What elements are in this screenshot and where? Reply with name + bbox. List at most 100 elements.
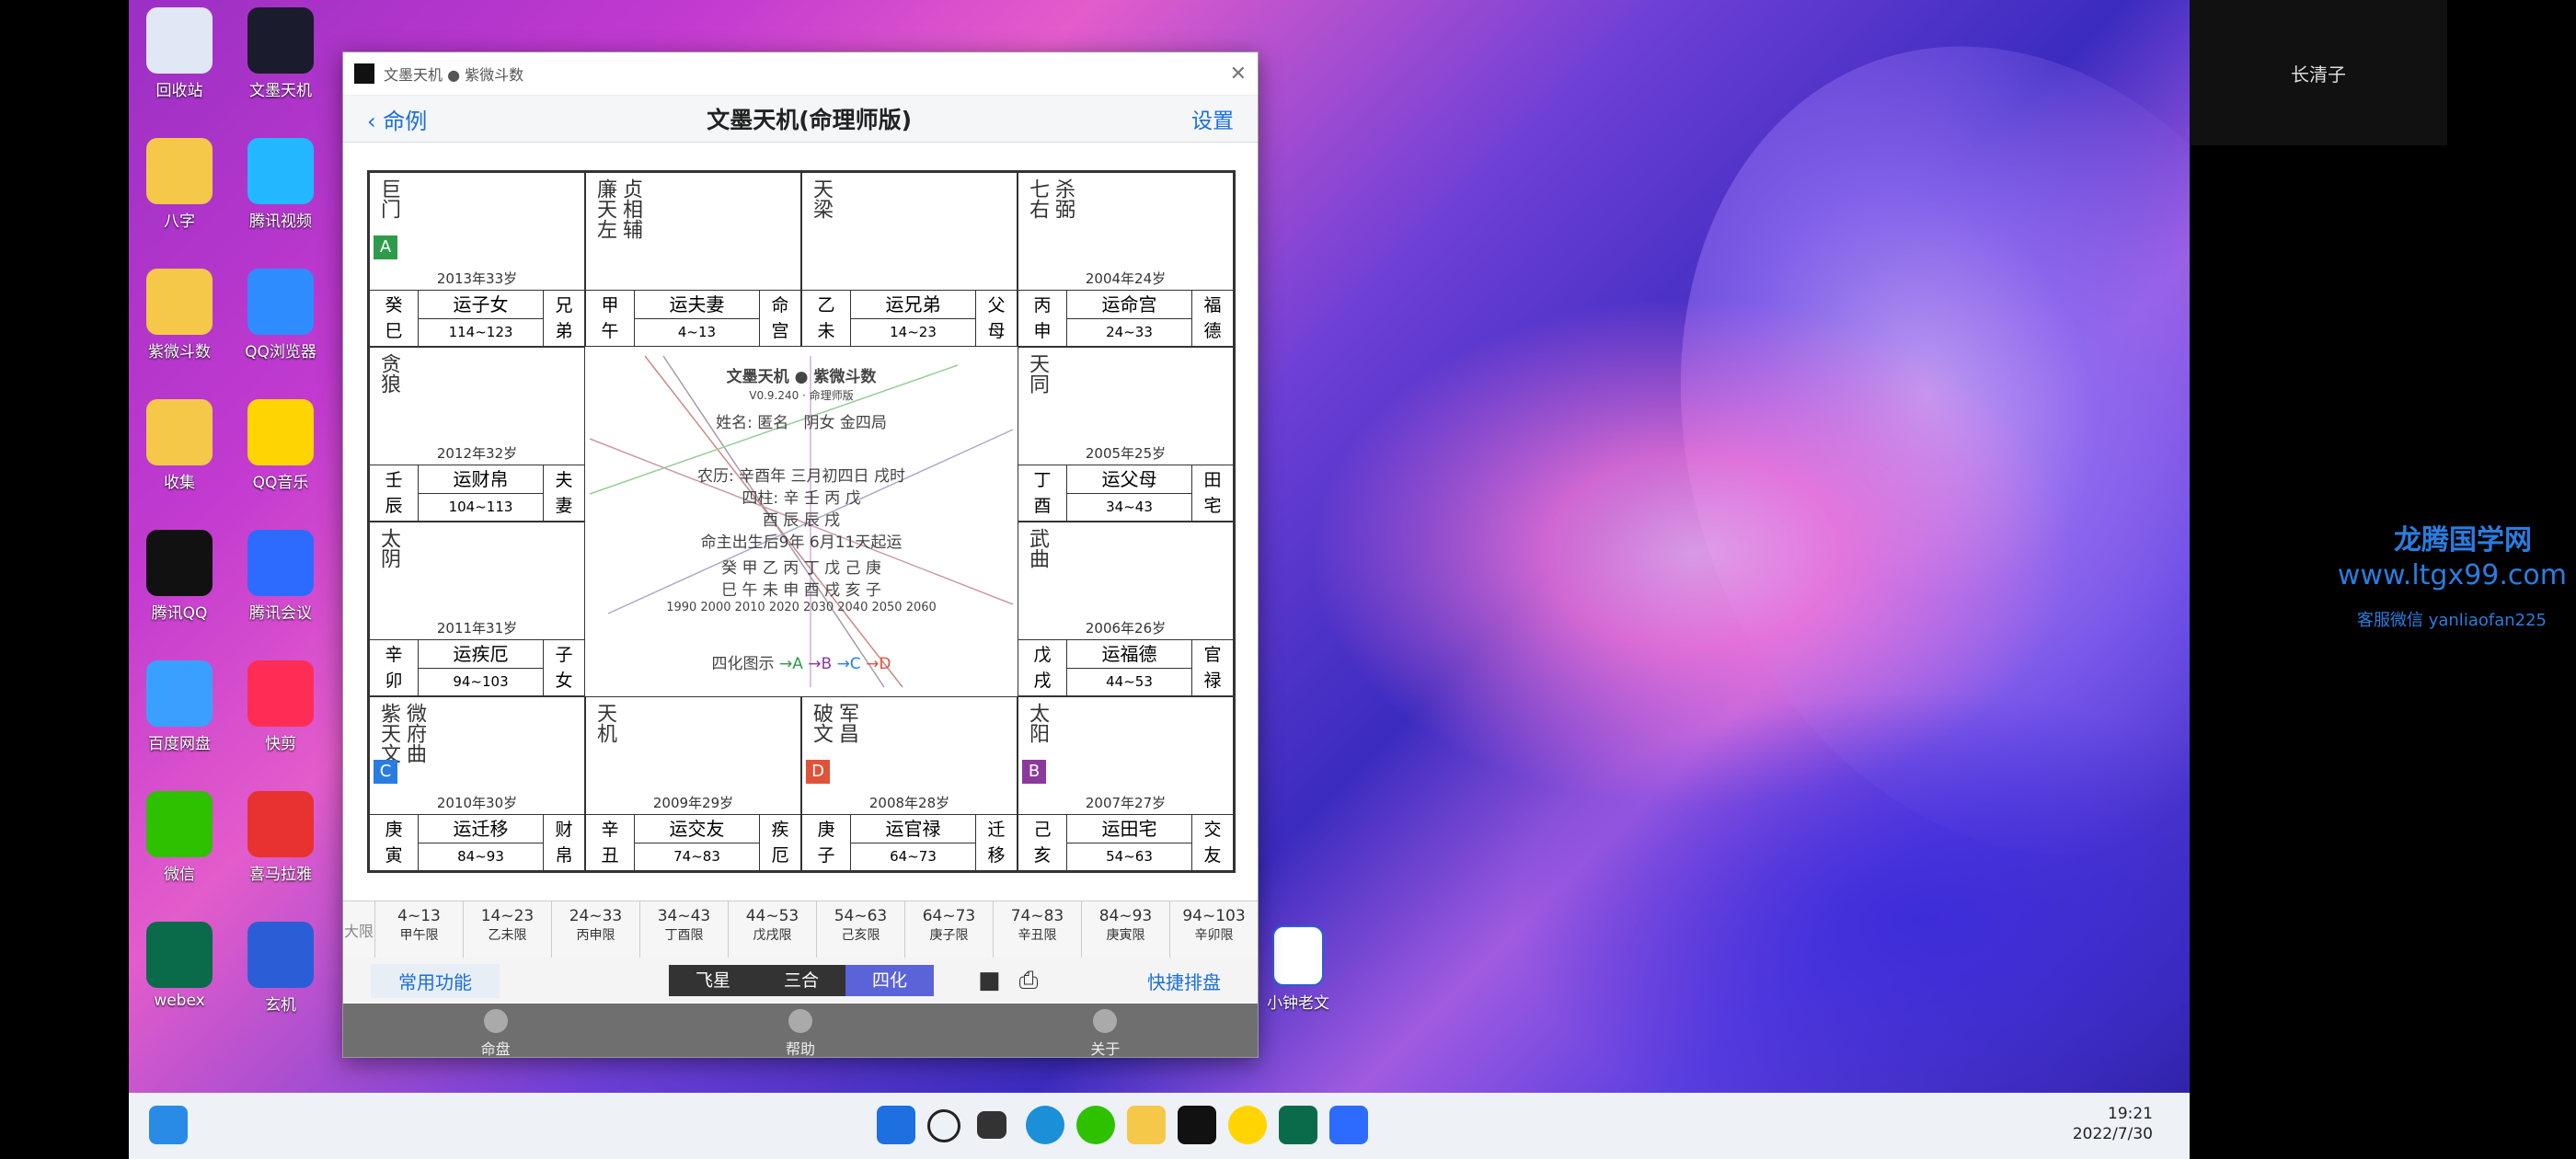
daxian-item[interactable]: 94~103 辛卯限 [1169,901,1258,958]
palace-name: 兄弟 [543,291,584,346]
seg-sanhe[interactable]: 三合 [757,965,845,996]
daxian-item[interactable]: 64~73 庚子限 [904,901,993,958]
daxian-item[interactable]: 34~43 丁酉限 [639,901,728,958]
meeting-icon[interactable] [1329,1106,1368,1144]
music-icon[interactable] [1228,1106,1267,1144]
palace-cell[interactable]: 太阳 B 2007年27岁己亥运田宅 54~63 交友 [1018,696,1234,871]
daxian-name: 己亥限 [841,928,880,943]
desktop-file-icon[interactable]: 小钟老文 [1248,925,1349,1013]
app-icon [247,7,314,74]
tab-help[interactable]: 帮助 [648,1004,952,1058]
palace-zhi: 酉 [1033,496,1052,516]
daxian-item[interactable]: 54~63 己亥限 [816,901,904,958]
palace-cell[interactable]: 七右 杀弼 2004年24岁丙申运命宫 24~33 福德 [1018,172,1234,347]
desktop-icon-label: QQ浏览器 [245,343,316,361]
tab-about[interactable]: 关于 [953,1004,1258,1058]
palace-stars: 天梁 [810,178,833,219]
palace-name: 田宅 [1191,465,1233,521]
wechat-icon[interactable] [1076,1106,1115,1144]
palace-zhi: 申 [1033,321,1052,341]
palace-cell[interactable]: 贪狼 2012年32岁壬辰运财帛 104~113 夫妻 [369,347,585,522]
palace-ganzhi: 庚子 [802,815,851,870]
ziwei-chart: 文墨天机 ● 紫微斗数 V0.9.240 · 命理师版 姓名: 匿名 阴女 金四… [367,170,1236,873]
app-icon[interactable] [1178,1106,1216,1144]
file-explorer-icon[interactable] [1127,1106,1166,1144]
desktop-icon[interactable]: QQ浏览器 [230,269,331,361]
daxian-item[interactable]: 24~33 丙申限 [551,901,639,958]
desktop-icon[interactable]: 八字 [129,138,230,231]
desktop-icon[interactable]: QQ音乐 [230,399,331,492]
palace-cell[interactable]: 廉天左 贞相辅甲午运夫妻 4~13 命宫 [585,172,801,347]
palace-yun: 运官禄 64~73 [851,815,975,870]
palace-yun: 运迁移 84~93 [419,815,543,870]
palace-cell[interactable]: 紫天文 微府曲 C 2010年30岁庚寅运迁移 84~93 财帛 [369,696,585,871]
palace-name: 父母 [975,291,1017,346]
center-lunar: 农历: 辛酉年 三月初四日 戌时 [697,467,905,486]
palace-cell[interactable]: 天梁乙未运兄弟 14~23 父母 [801,172,1018,347]
save-icon[interactable]: ■ [978,967,1001,994]
desktop-icon[interactable]: 微信 [129,791,230,884]
print-icon[interactable]: ⎙ [1019,967,1039,995]
daxian-item[interactable]: 14~23 乙未限 [463,901,551,958]
palace-zhi: 未 [817,321,835,341]
desktop-icon[interactable]: 腾讯视频 [230,138,331,231]
daxian-item[interactable]: 44~53 戊戌限 [728,901,816,958]
palace-year: 2004年24岁 [1085,270,1167,287]
daxian-item[interactable]: 84~93 庚寅限 [1081,901,1169,958]
palace-yun: 运子女 114~123 [419,291,543,346]
daxian-item[interactable]: 74~83 辛丑限 [993,901,1081,958]
qq-icon [146,530,213,596]
desktop-icon[interactable]: 腾讯QQ [129,530,230,623]
palace-cell[interactable]: 破文 军昌 D 2008年28岁庚子运官禄 64~73 迁移 [801,696,1018,871]
browser-icon [247,269,314,335]
desktop-icon[interactable]: 收集 [129,399,230,492]
daxian-range: 74~83 [1010,907,1064,925]
palace-year: 2011年31岁 [436,620,518,637]
palace-cell[interactable]: 太阴 2011年31岁辛卯运疾厄 94~103 子女 [369,522,585,696]
daxian-name: 庚寅限 [1106,928,1145,943]
palace-yun: 运夫妻 4~13 [635,291,759,346]
clock-date: 2022/7/30 [2072,1125,2153,1143]
desktop-icon-label: 腾讯QQ [151,604,208,623]
quick-chart-button[interactable]: 快捷排盘 [1147,968,1221,994]
desktop-icon[interactable]: 文墨天机 [230,7,331,100]
back-label: 命例 [383,108,428,134]
tab-mingpan[interactable]: 命盘 [343,1004,648,1058]
system-tray[interactable]: 19:21 2022/7/30 [2073,1104,2153,1144]
palace-gan: 辛 [385,645,403,665]
desktop-icon[interactable]: 玄机 [230,922,331,1015]
palace-cell[interactable]: 武曲 2006年26岁戊戌运福德 44~53 官禄 [1018,522,1234,696]
search-icon[interactable] [927,1109,960,1142]
desktop-icon[interactable]: 喜马拉雅 [230,791,331,884]
palace-cell[interactable]: 天机 2009年29岁辛丑运交友 74~83 疾厄 [585,696,801,871]
widgets-icon[interactable] [149,1106,188,1144]
sihua-badge: A [374,235,397,259]
desktop-icon[interactable]: webex [129,922,230,1010]
start-icon[interactable] [877,1106,915,1144]
palace-cell[interactable]: 巨门 A 2013年33岁癸巳运子女 114~123 兄弟 [369,172,585,347]
settings-button[interactable]: 设置 [1191,103,1234,134]
webex-icon[interactable] [1279,1106,1317,1144]
seg-sihua[interactable]: 四化 [845,965,934,996]
desktop-icon[interactable]: 百度网盘 [129,660,230,753]
desktop-icon-label: QQ音乐 [252,474,309,492]
palace-gan: 癸 [385,295,403,316]
close-icon[interactable]: ✕ [1230,63,1247,86]
desktop-icon-label: 文墨天机 [249,82,312,100]
palace-stars: 天同 [1026,353,1049,394]
palace-cell[interactable]: 天同 2005年25岁丁酉运父母 34~43 田宅 [1018,347,1234,522]
palace-stars-2: 贞相辅 [619,178,642,239]
edge-icon[interactable] [1026,1106,1064,1144]
daxian-item[interactable]: 4~13 甲午限 [374,901,463,958]
seg-feixing[interactable]: 飞星 [669,965,757,996]
palace-yun: 运财帛 104~113 [419,465,543,521]
common-functions-button[interactable]: 常用功能 [371,963,500,998]
desktop-icon[interactable]: 快剪 [230,660,331,753]
back-button[interactable]: ‹ 命例 [367,103,427,135]
task-view-icon[interactable] [977,1111,1006,1139]
desktop-icon[interactable]: 回收站 [129,7,230,100]
palace-name-2: 母 [987,321,1006,341]
daxian-range: 44~53 [745,907,799,925]
desktop-icon[interactable]: 紫微斗数 [129,269,230,361]
desktop-icon[interactable]: 腾讯会议 [230,530,331,623]
